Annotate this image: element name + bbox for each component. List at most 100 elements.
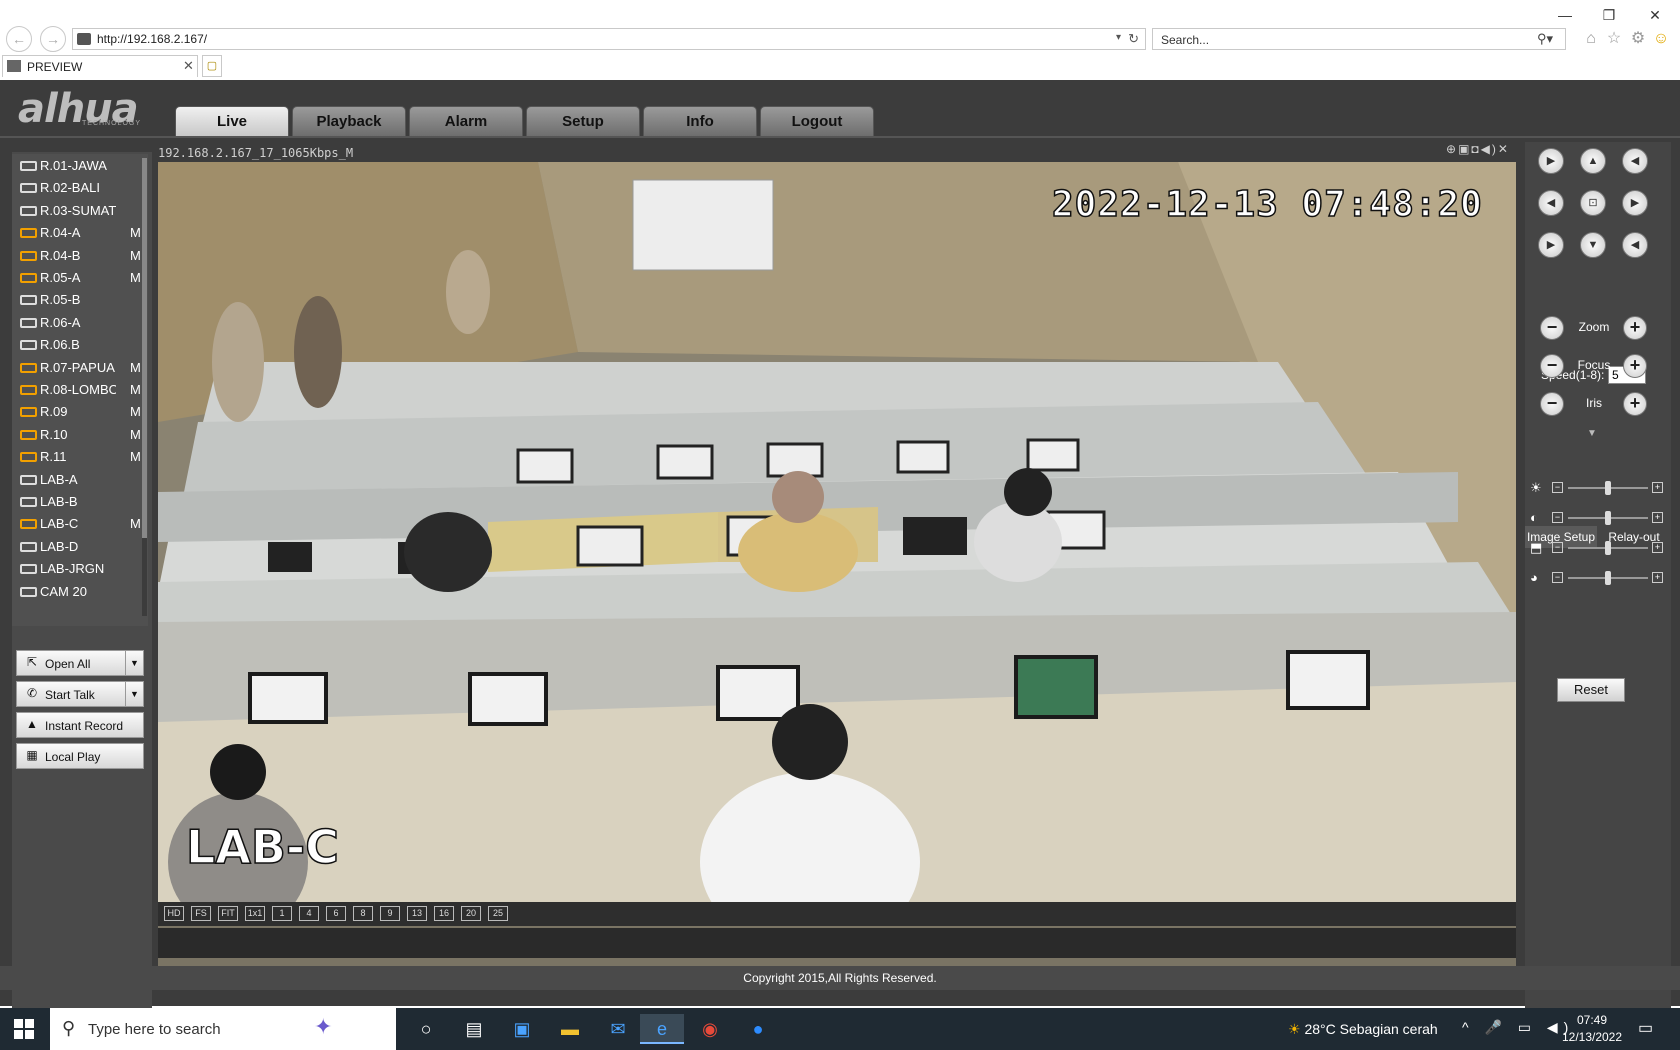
camera-list-item[interactable]: LAB-A: [20, 470, 144, 490]
camera-list-item[interactable]: R.04-A M: [20, 223, 144, 243]
camera-list-item[interactable]: R.05-A M: [20, 268, 144, 288]
layout-button[interactable]: FS: [191, 906, 211, 921]
smiley-icon[interactable]: ☺: [1650, 28, 1672, 50]
browser-search-input[interactable]: Search... ⚲▾: [1152, 28, 1566, 50]
layout-button[interactable]: 4: [299, 906, 319, 921]
brightness-plus[interactable]: +: [1652, 482, 1663, 493]
start-talk-dropdown-icon[interactable]: ▼: [125, 682, 143, 706]
saturation-minus[interactable]: −: [1552, 542, 1563, 553]
tab-setup[interactable]: Setup: [526, 106, 640, 136]
camera-list-item[interactable]: R.07-PAPUA M: [20, 358, 144, 378]
camera-list-item[interactable]: LAB-JRGN: [20, 559, 144, 579]
open-all-dropdown-icon[interactable]: ▼: [125, 651, 143, 675]
zoom-out-button[interactable]: −: [1540, 316, 1564, 340]
cortana-icon[interactable]: ○: [404, 1014, 448, 1044]
weather-widget[interactable]: ☀ 28°C Sebagian cerah: [1288, 1021, 1438, 1038]
saturation-knob[interactable]: [1605, 541, 1611, 555]
hue-plus[interactable]: +: [1652, 572, 1663, 583]
contrast-minus[interactable]: −: [1552, 512, 1563, 523]
layout-button[interactable]: 13: [407, 906, 427, 921]
zoom-app-icon[interactable]: ●: [736, 1014, 780, 1044]
internet-explorer-icon[interactable]: e: [640, 1014, 684, 1044]
camera-list-item[interactable]: R.06-A: [20, 313, 144, 333]
layout-button[interactable]: HD: [164, 906, 184, 921]
ptz-up-icon[interactable]: ▲: [1580, 148, 1606, 174]
address-bar[interactable]: http://192.168.2.167/ ▾ ↻: [72, 28, 1146, 50]
tab-info[interactable]: Info: [643, 106, 757, 136]
task-view-icon[interactable]: ▤: [452, 1014, 496, 1044]
layout-button[interactable]: 8: [353, 906, 373, 921]
reset-button[interactable]: Reset: [1557, 678, 1625, 702]
chrome-icon[interactable]: ◉: [688, 1014, 732, 1044]
record-icon[interactable]: ▣: [1458, 142, 1471, 156]
focus-far-button[interactable]: +: [1623, 354, 1647, 378]
camera-list-item[interactable]: R.02-BALI: [20, 178, 144, 198]
layout-button[interactable]: 6: [326, 906, 346, 921]
notification-icon[interactable]: ▭: [1638, 1018, 1653, 1038]
collapse-arrow-icon[interactable]: ▼: [1587, 428, 1597, 439]
ptz-down-left-icon[interactable]: ▶: [1538, 232, 1564, 258]
home-icon[interactable]: ⌂: [1580, 28, 1602, 50]
video-window-controls[interactable]: ⊕▣◘◀)✕: [1446, 142, 1510, 156]
layout-button[interactable]: FIT: [218, 906, 238, 921]
zoom-in-button[interactable]: +: [1623, 316, 1647, 340]
layout-button[interactable]: 1: [272, 906, 292, 921]
saturation-slider[interactable]: ⬒ − +: [1530, 540, 1666, 556]
camera-list-item[interactable]: R.03-SUMATERA: [20, 201, 144, 221]
tab-logout[interactable]: Logout: [760, 106, 874, 136]
camera-list-item[interactable]: R.08-LOMBOK M: [20, 380, 144, 400]
clock-time[interactable]: 07:49: [1566, 1013, 1618, 1027]
windows-start-icon[interactable]: [14, 1019, 34, 1039]
refresh-icon[interactable]: ↻: [1128, 31, 1139, 47]
tab-live[interactable]: Live: [175, 106, 289, 136]
tab-alarm[interactable]: Alarm: [409, 106, 523, 136]
hue-slider[interactable]: ◕ − +: [1530, 570, 1666, 586]
instant-record-button[interactable]: ▲ Instant Record: [16, 712, 144, 738]
layout-button[interactable]: 20: [461, 906, 481, 921]
camera-list-item[interactable]: R.11 M: [20, 447, 144, 467]
ptz-right-icon[interactable]: ▶: [1622, 190, 1648, 216]
camera-list-item[interactable]: R.09 M: [20, 402, 144, 422]
taskbar-search-input[interactable]: ⚲ Type here to search ✦: [50, 1008, 396, 1050]
video-close-icon[interactable]: ✕: [1498, 142, 1510, 156]
settings-gear-icon[interactable]: ⚙: [1627, 28, 1649, 50]
layout-button[interactable]: 25: [488, 906, 508, 921]
camera-list-item[interactable]: R.05-B: [20, 290, 144, 310]
layout-button[interactable]: 1x1: [245, 906, 265, 921]
camera-list-item[interactable]: R.10 M: [20, 425, 144, 445]
brightness-minus[interactable]: −: [1552, 482, 1563, 493]
camera-list-item[interactable]: R.06.B: [20, 335, 144, 355]
focus-near-button[interactable]: −: [1540, 354, 1564, 378]
camera-list-item[interactable]: LAB-D: [20, 537, 144, 557]
dropdown-icon[interactable]: ▾: [1116, 32, 1121, 43]
brightness-slider[interactable]: ☀ − +: [1530, 480, 1666, 496]
contrast-slider[interactable]: ◐ − +: [1530, 510, 1666, 526]
live-video-feed[interactable]: [158, 162, 1516, 980]
file-explorer-icon[interactable]: ▬: [548, 1014, 592, 1044]
hue-minus[interactable]: −: [1552, 572, 1563, 583]
camera-list-item[interactable]: R.01-JAWA: [20, 156, 144, 176]
contrast-plus[interactable]: +: [1652, 512, 1663, 523]
minimize-icon[interactable]: —: [1552, 4, 1578, 26]
ptz-up-left-icon[interactable]: ▶: [1538, 148, 1564, 174]
ptz-auto-icon[interactable]: ⊡: [1580, 190, 1606, 216]
iris-open-button[interactable]: +: [1623, 392, 1647, 416]
tab-playback[interactable]: Playback: [292, 106, 406, 136]
ptz-down-right-icon[interactable]: ◀: [1622, 232, 1648, 258]
ptz-up-right-icon[interactable]: ◀: [1622, 148, 1648, 174]
store-icon[interactable]: ▣: [500, 1014, 544, 1044]
favorites-icon[interactable]: ☆: [1603, 28, 1625, 50]
hue-knob[interactable]: [1605, 571, 1611, 585]
close-window-icon[interactable]: ✕: [1642, 4, 1668, 26]
camera-list-item[interactable]: LAB-B: [20, 492, 144, 512]
clock-date[interactable]: 12/13/2022: [1560, 1030, 1624, 1044]
camera-list-item[interactable]: LAB-C M: [20, 514, 144, 534]
audio-icon[interactable]: ◀): [1481, 142, 1498, 156]
ptz-down-icon[interactable]: ▼: [1580, 232, 1606, 258]
forward-icon[interactable]: →: [40, 26, 66, 52]
snapshot-icon[interactable]: ◘: [1471, 142, 1480, 156]
restore-icon[interactable]: ❐: [1596, 4, 1622, 26]
start-talk-button[interactable]: ✆ Start Talk ▼: [16, 681, 144, 707]
ptz-left-icon[interactable]: ◀: [1538, 190, 1564, 216]
camera-list-item[interactable]: R.04-B M: [20, 246, 144, 266]
